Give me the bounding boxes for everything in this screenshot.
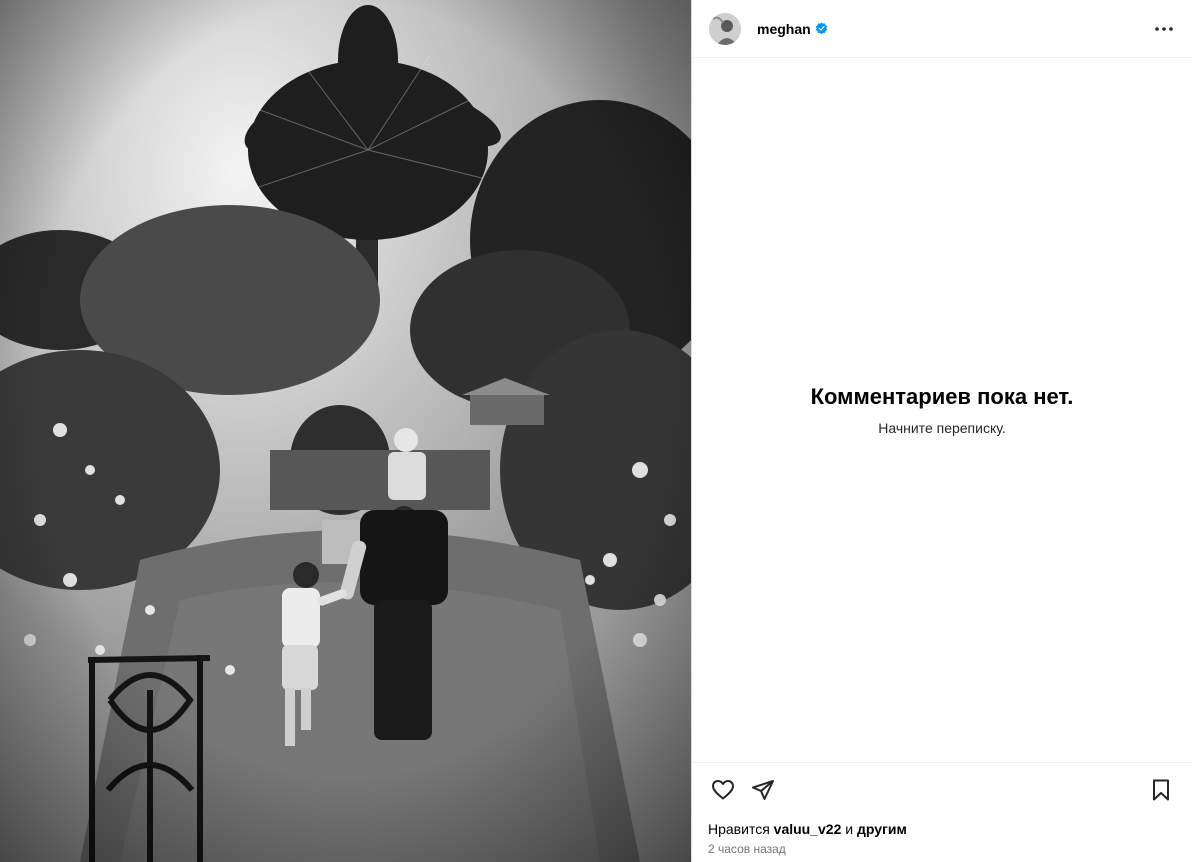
bookmark-icon bbox=[1153, 779, 1169, 801]
save-button[interactable] bbox=[1146, 775, 1176, 805]
comments-area: Комментариев пока нет. Начните переписку… bbox=[692, 58, 1192, 762]
share-button[interactable] bbox=[748, 775, 778, 805]
send-icon bbox=[752, 780, 774, 800]
start-conversation-text: Начните переписку. bbox=[878, 420, 1006, 436]
verified-badge-icon bbox=[815, 22, 827, 35]
post-actions: Нравится valuu_v22 и другим 2 часов наза… bbox=[692, 762, 1192, 862]
likes-joiner: и bbox=[845, 821, 854, 837]
author-avatar[interactable] bbox=[709, 12, 741, 45]
more-options-button[interactable] bbox=[1152, 17, 1176, 41]
more-options-icon bbox=[1155, 26, 1173, 31]
liker-username[interactable]: valuu_v22 bbox=[774, 821, 842, 837]
heart-icon bbox=[712, 780, 734, 800]
post-photo[interactable] bbox=[0, 0, 692, 862]
post-timestamp[interactable]: 2 часов назад bbox=[708, 842, 1176, 856]
no-comments-title: Комментариев пока нет. bbox=[810, 384, 1074, 409]
post-dialog: meghan Комментариев пока нет. Начните пе… bbox=[0, 0, 1192, 862]
likes-others-link[interactable]: другим bbox=[857, 821, 907, 837]
likes-prefix: Нравится bbox=[708, 821, 770, 837]
post-sidebar: meghan Комментариев пока нет. Начните пе… bbox=[692, 0, 1192, 862]
garden-photo bbox=[0, 0, 691, 862]
avatar-photo-icon bbox=[709, 12, 741, 45]
post-header: meghan bbox=[692, 0, 1192, 58]
likes-summary: Нравится valuu_v22 и другим bbox=[708, 821, 1176, 837]
like-button[interactable] bbox=[708, 775, 738, 805]
author-username[interactable]: meghan bbox=[757, 21, 811, 37]
